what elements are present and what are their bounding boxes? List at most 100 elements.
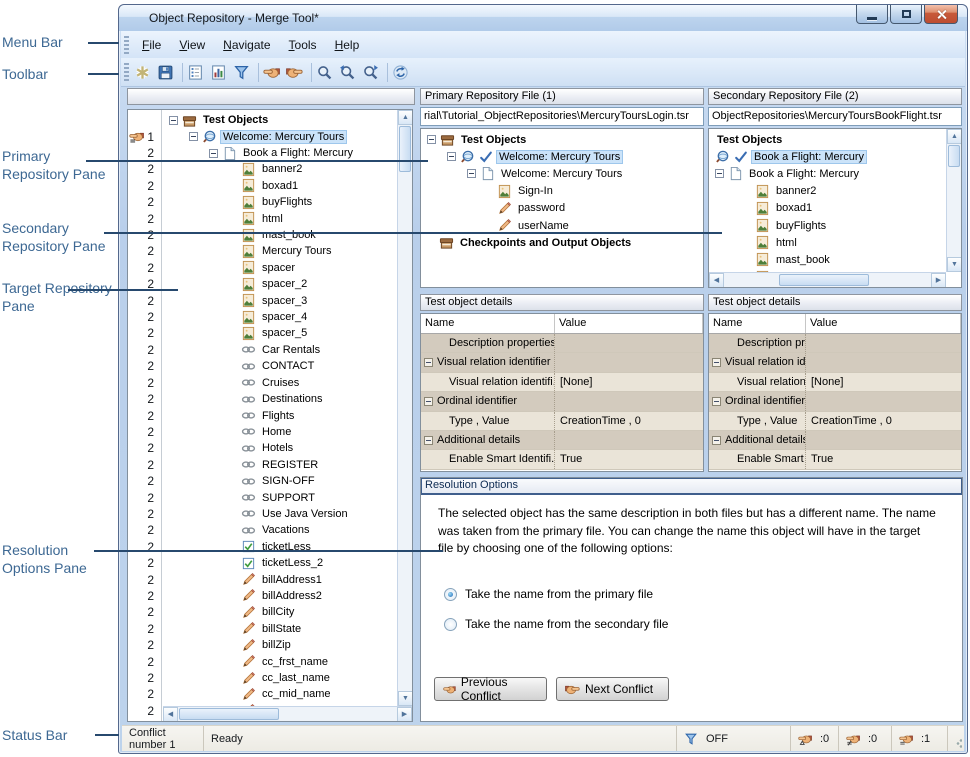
- tree-node-label[interactable]: html: [260, 213, 285, 225]
- close-button[interactable]: [924, 5, 958, 24]
- collapse-minus-icon[interactable]: [712, 436, 721, 445]
- tree-node-label[interactable]: spacer_5: [260, 327, 309, 339]
- tree-node-label[interactable]: Flights: [260, 410, 296, 422]
- details-row[interactable]: Visual relation iden...: [709, 353, 961, 372]
- tree-node-label[interactable]: Book a Flight: Mercury: [241, 147, 355, 159]
- tree-row[interactable]: banner2: [709, 183, 946, 200]
- tree-row[interactable]: SIGN-OFF: [163, 473, 397, 489]
- expander-minus-icon[interactable]: [467, 169, 476, 178]
- scrollbar-thumb[interactable]: [179, 708, 279, 720]
- tree-node-label[interactable]: Car Rentals: [260, 344, 322, 356]
- tree-row[interactable]: mast_book: [709, 251, 946, 268]
- tree-row[interactable]: Mercury Tours: [163, 243, 397, 259]
- tree-node-label[interactable]: Cruises: [260, 377, 301, 389]
- details-row[interactable]: Type , ValueCreationTime , 0: [709, 412, 961, 431]
- details-row[interactable]: Additional details: [421, 431, 703, 450]
- tree-row[interactable]: cc_last_name: [163, 670, 397, 686]
- tree-row[interactable]: spacer_5: [163, 325, 397, 341]
- tree-node-label[interactable]: Use Java Version: [260, 508, 350, 520]
- tree-row[interactable]: spacer_3: [163, 292, 397, 308]
- tree-node-label[interactable]: billState: [260, 623, 303, 635]
- tree-node-label[interactable]: Checkpoints and Output Objects: [458, 237, 633, 249]
- details-row[interactable]: Ordinal identifier: [421, 392, 703, 411]
- save-button[interactable]: [156, 61, 179, 84]
- tree-node-label[interactable]: ticketLess_2: [260, 557, 325, 569]
- tree-node-label[interactable]: password: [516, 202, 567, 214]
- scrollbar-thumb[interactable]: [948, 145, 960, 167]
- tree-node-label[interactable]: boxad1: [774, 202, 814, 214]
- tree-row[interactable]: buyFlights: [709, 217, 946, 234]
- tree-row[interactable]: spacer_4: [163, 309, 397, 325]
- expander-minus-icon[interactable]: [447, 152, 456, 161]
- tree-row[interactable]: boxad1: [163, 178, 397, 194]
- menu-help[interactable]: Help: [326, 34, 369, 56]
- tree-node-label[interactable]: Welcome: Mercury Tours: [499, 168, 624, 180]
- collapse-minus-icon[interactable]: [712, 397, 721, 406]
- resize-grip[interactable]: [948, 726, 964, 751]
- tree-node-label[interactable]: cc_last_name: [260, 672, 332, 684]
- tree-row[interactable]: Use Java Version: [163, 506, 397, 522]
- details-row[interactable]: Type , ValueCreationTime , 0: [421, 412, 703, 431]
- tree-row[interactable]: billZip: [163, 637, 397, 653]
- details-row[interactable]: Ordinal identifier: [709, 392, 961, 411]
- next-conflict-hand-button[interactable]: [285, 61, 308, 84]
- details-row[interactable]: Additional details: [709, 431, 961, 450]
- tree-row[interactable]: Flights: [163, 407, 397, 423]
- tree-node-label[interactable]: html: [774, 237, 799, 249]
- tree-node-label[interactable]: Vacations: [260, 524, 312, 536]
- tree-row[interactable]: mast_book: [163, 227, 397, 243]
- tree-row[interactable]: html: [709, 234, 946, 251]
- menu-grip[interactable]: [124, 36, 129, 54]
- tree-row[interactable]: ticketLess: [163, 539, 397, 555]
- tree-row[interactable]: Sign-In: [421, 183, 703, 200]
- collapse-minus-icon[interactable]: [424, 436, 433, 445]
- secondary-tree-vertical-scrollbar[interactable]: ▲ ▼: [946, 129, 961, 272]
- tree-node-label[interactable]: cc_mid_name: [260, 688, 332, 700]
- tree-node-label[interactable]: billAddress1: [260, 574, 324, 586]
- report-button[interactable]: [186, 61, 209, 84]
- tree-node-label[interactable]: Home: [260, 426, 293, 438]
- tree-node-label[interactable]: spacer_3: [260, 295, 309, 307]
- details-row[interactable]: Visual relation id...[None]: [709, 373, 961, 392]
- tree-node-label[interactable]: Book a Flight: Mercury: [752, 151, 866, 163]
- details-row[interactable]: Enable Smart Id...True: [709, 450, 961, 469]
- tree-node-label[interactable]: spacer_4: [260, 311, 309, 323]
- tree-node-label[interactable]: Hotels: [260, 442, 295, 454]
- collapse-minus-icon[interactable]: [424, 358, 433, 367]
- details-row[interactable]: Visual relation identifier: [421, 353, 703, 372]
- tree-node-label[interactable]: spacer: [260, 262, 297, 274]
- tree-row[interactable]: Home: [163, 424, 397, 440]
- tree-node-label[interactable]: boxad1: [260, 180, 300, 192]
- expander-minus-icon[interactable]: [189, 132, 198, 141]
- toolbar-grip[interactable]: [124, 63, 129, 81]
- tree-row[interactable]: billAddress1: [163, 571, 397, 587]
- tree-row[interactable]: billState: [163, 621, 397, 637]
- radio-take-primary[interactable]: Take the name from the primary file: [436, 586, 653, 602]
- secondary-tree-horizontal-scrollbar[interactable]: ◀ ▶: [709, 272, 946, 287]
- tree-node-label[interactable]: Test Objects: [459, 134, 528, 146]
- statistics-button[interactable]: [209, 61, 232, 84]
- previous-conflict-hand-button[interactable]: [262, 61, 285, 84]
- scrollbar-thumb[interactable]: [399, 126, 411, 172]
- tree-node-label[interactable]: Welcome: Mercury Tours: [221, 131, 346, 143]
- menu-tools[interactable]: Tools: [280, 34, 326, 56]
- new-asterisk-button[interactable]: [133, 61, 156, 84]
- tree-node-label[interactable]: cc_frst_name: [260, 656, 330, 668]
- details-row[interactable]: Enable Smart Identifi...True: [421, 450, 703, 469]
- tree-row[interactable]: Checkpoints and Output Objects: [421, 234, 703, 251]
- collapse-minus-icon[interactable]: [712, 358, 721, 367]
- tree-node-label[interactable]: SUPPORT: [260, 492, 317, 504]
- tree-node-label[interactable]: banner2: [260, 163, 304, 175]
- tree-row[interactable]: Book a Flight: Mercury: [709, 148, 946, 165]
- tree-row[interactable]: Book a Flight: Mercury: [709, 165, 946, 182]
- tree-row[interactable]: Cruises: [163, 375, 397, 391]
- tree-node-label[interactable]: billAddress2: [260, 590, 324, 602]
- tree-node-label[interactable]: REGISTER: [260, 459, 320, 471]
- tree-node-label[interactable]: Sign-In: [516, 185, 555, 197]
- radio-button-icon[interactable]: [444, 618, 457, 631]
- tree-node-label[interactable]: CONTACT: [260, 360, 316, 372]
- details-row[interactable]: Visual relation identifi...[None]: [421, 373, 703, 392]
- tree-node-label[interactable]: Test Objects: [201, 114, 270, 126]
- tree-row[interactable]: billCity: [163, 604, 397, 620]
- tree-row[interactable]: CONTACT: [163, 358, 397, 374]
